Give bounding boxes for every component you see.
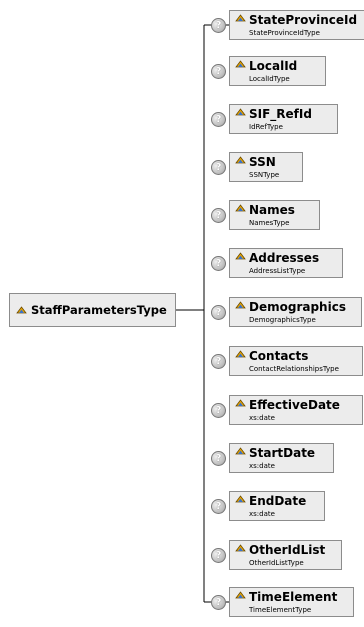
schema-diagram: StaffParametersType StateProvinceId Stat… [0,0,364,627]
branch-ticks [226,24,229,603]
